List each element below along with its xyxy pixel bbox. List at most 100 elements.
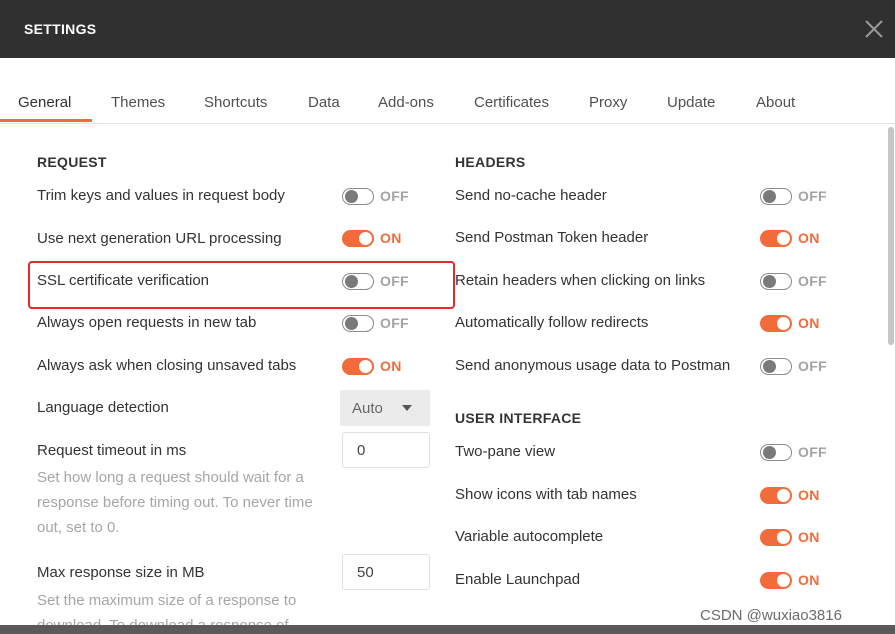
toggle-state: ON [380, 358, 402, 374]
timeout-help-text: Set how long a request should wait for a… [37, 469, 313, 536]
toggle-state: ON [798, 315, 820, 331]
scrollbar-thumb[interactable] [888, 127, 894, 345]
title-bar: SETTINGS [0, 0, 895, 58]
postman-token-toggle[interactable]: ON [760, 228, 840, 248]
max-response-help-text: Set the maximum size of a response to do… [37, 592, 297, 625]
active-tab-indicator [0, 119, 92, 122]
tab-general[interactable]: General [18, 94, 71, 111]
toggle-knob [777, 489, 790, 502]
retain-headers-label: Retain headers when clicking on links [455, 272, 706, 289]
toggle-knob [359, 232, 372, 245]
toggle-knob [763, 190, 776, 203]
tab-about[interactable]: About [756, 94, 795, 111]
tab-update[interactable]: Update [667, 94, 715, 111]
follow-redirects-label: Automatically follow redirects [455, 314, 649, 331]
toggle-track [760, 444, 792, 461]
toggle-track [760, 358, 792, 375]
toggle-track [342, 230, 374, 247]
content-scrollbar[interactable] [886, 125, 895, 625]
toggle-state: OFF [380, 315, 409, 331]
toggle-knob [763, 446, 776, 459]
variable-autocomplete-toggle[interactable]: ON [760, 527, 840, 547]
follow-redirects-toggle[interactable]: ON [760, 313, 840, 333]
tab-themes[interactable]: Themes [111, 94, 165, 111]
url-processing-label: Use next generation URL processing [37, 230, 282, 247]
anonymous-usage-toggle[interactable]: OFF [760, 356, 840, 376]
headers-section-title: HEADERS [455, 154, 526, 170]
toggle-knob [777, 531, 790, 544]
toggle-knob [359, 360, 372, 373]
toggle-state: OFF [798, 188, 827, 204]
watermark: CSDN @wuxiao3816 [700, 607, 842, 624]
select-value: Auto [352, 400, 383, 417]
user-interface-section-title: USER INTERFACE [455, 410, 582, 426]
trim-keys-toggle[interactable]: OFF [342, 186, 422, 206]
toggle-state: OFF [798, 273, 827, 289]
toggle-track [760, 572, 792, 589]
toggle-knob [345, 317, 358, 330]
ask-unsaved-toggle[interactable]: ON [342, 356, 422, 376]
toggle-state: ON [798, 572, 820, 588]
tab-shortcuts[interactable]: Shortcuts [204, 94, 267, 111]
anonymous-usage-label: Send anonymous usage data to Postman [455, 357, 731, 374]
timeout-label: Request timeout in ms [37, 442, 187, 459]
ssl-verification-toggle[interactable]: OFF [342, 271, 422, 291]
max-response-input[interactable] [342, 554, 430, 590]
tab-proxy[interactable]: Proxy [589, 94, 627, 111]
toggle-knob [777, 232, 790, 245]
bottom-edge [0, 625, 895, 634]
toggle-knob [763, 275, 776, 288]
toggle-state: ON [798, 230, 820, 246]
settings-content: REQUEST Trim keys and values in request … [0, 125, 895, 625]
show-icons-label: Show icons with tab names [455, 486, 637, 503]
toggle-track [342, 273, 374, 290]
toggle-track [760, 315, 792, 332]
language-detection-label: Language detection [37, 399, 169, 416]
tab-add-ons[interactable]: Add-ons [378, 94, 434, 111]
toggle-knob [777, 574, 790, 587]
show-icons-toggle[interactable]: ON [760, 485, 840, 505]
settings-tabs: General Themes Shortcuts Data Add-ons Ce… [0, 58, 895, 124]
toggle-track [760, 188, 792, 205]
launchpad-label: Enable Launchpad [455, 571, 581, 588]
toggle-state: OFF [798, 444, 827, 460]
new-tab-label: Always open requests in new tab [37, 314, 257, 331]
trim-keys-label: Trim keys and values in request body [37, 187, 285, 204]
toggle-state: ON [798, 529, 820, 545]
max-response-label: Max response size in MB [37, 564, 205, 581]
toggle-track [342, 188, 374, 205]
toggle-state: OFF [380, 188, 409, 204]
tab-certificates[interactable]: Certificates [474, 94, 549, 111]
toggle-knob [345, 275, 358, 288]
no-cache-toggle[interactable]: OFF [760, 186, 840, 206]
dialog-title: SETTINGS [24, 21, 97, 37]
toggle-track [760, 273, 792, 290]
toggle-state: ON [798, 487, 820, 503]
url-processing-toggle[interactable]: ON [342, 228, 422, 248]
ssl-verification-label: SSL certificate verification [37, 272, 210, 289]
launchpad-toggle[interactable]: ON [760, 570, 840, 590]
close-icon[interactable] [863, 18, 885, 40]
toggle-track [760, 529, 792, 546]
postman-token-label: Send Postman Token header [455, 229, 649, 246]
toggle-knob [763, 360, 776, 373]
toggle-knob [345, 190, 358, 203]
toggle-track [760, 487, 792, 504]
two-pane-label: Two-pane view [455, 443, 556, 460]
toggle-knob [777, 317, 790, 330]
no-cache-label: Send no-cache header [455, 187, 607, 204]
variable-autocomplete-label: Variable autocomplete [455, 528, 604, 545]
toggle-state: OFF [798, 358, 827, 374]
language-detection-select[interactable]: Auto [340, 390, 430, 426]
toggle-state: OFF [380, 273, 409, 289]
ask-unsaved-label: Always ask when closing unsaved tabs [37, 357, 297, 374]
new-tab-toggle[interactable]: OFF [342, 313, 422, 333]
request-section-title: REQUEST [37, 154, 107, 170]
toggle-track [760, 230, 792, 247]
two-pane-toggle[interactable]: OFF [760, 442, 840, 462]
toggle-state: ON [380, 230, 402, 246]
timeout-input[interactable] [342, 432, 430, 468]
toggle-track [342, 358, 374, 375]
retain-headers-toggle[interactable]: OFF [760, 271, 840, 291]
tab-data[interactable]: Data [308, 94, 340, 111]
